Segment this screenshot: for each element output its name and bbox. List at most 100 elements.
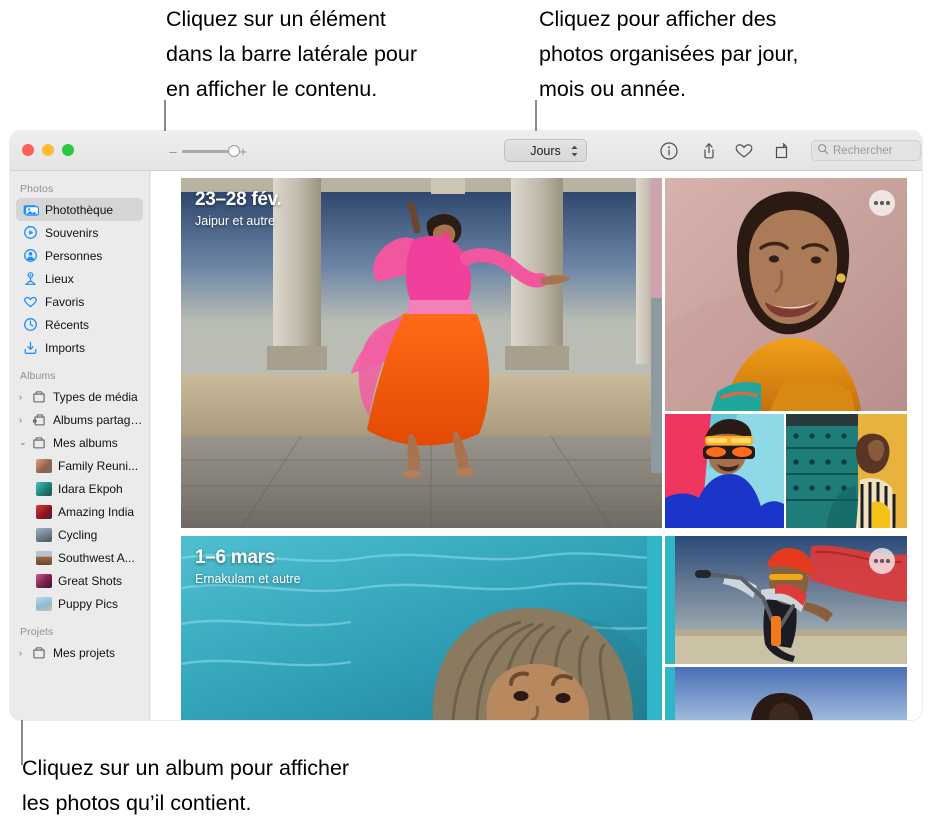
window-titlebar: – + Jours Rechercher bbox=[10, 131, 922, 171]
favorite-heart-icon[interactable] bbox=[732, 139, 756, 163]
sidebar-item-label: Puppy Pics bbox=[58, 596, 119, 611]
chevron-right-icon[interactable]: › bbox=[19, 648, 30, 658]
sidebar-item-label: Mes albums bbox=[53, 435, 118, 450]
sidebar-item-label: Family Reuni... bbox=[58, 458, 139, 473]
clock-icon bbox=[22, 317, 39, 332]
sidebar[interactable]: Photos Photothèque Souvenirs Personnes L… bbox=[10, 171, 150, 720]
photo-dancer[interactable]: 23–28 fév. Jaipur et autre bbox=[181, 178, 662, 528]
sidebar-item-label: Cycling bbox=[58, 527, 98, 542]
slider-knob[interactable] bbox=[228, 145, 240, 157]
sidebar-item-puppy-pics[interactable]: Puppy Pics bbox=[16, 592, 143, 615]
sidebar-item-label: Southwest A... bbox=[58, 550, 135, 565]
sidebar-item-idara-ekpoh[interactable]: Idara Ekpoh bbox=[16, 477, 143, 500]
album-thumbnail bbox=[36, 527, 52, 542]
photo-woman-teal-door[interactable] bbox=[786, 414, 907, 528]
minimize-button[interactable] bbox=[42, 144, 54, 156]
day-group-label-2: 1–6 mars Ernakulam et autre bbox=[195, 547, 301, 586]
album-thumbnail bbox=[36, 481, 52, 496]
sidebar-item-albums-partages[interactable]: › Albums partagés bbox=[16, 408, 143, 431]
sidebar-item-mes-albums[interactable]: ⌄ Mes albums bbox=[16, 431, 143, 454]
zoom-out-icon[interactable]: – bbox=[167, 145, 179, 158]
sidebar-item-label: Great Shots bbox=[58, 573, 123, 588]
thumbnail-size-slider[interactable]: – + bbox=[167, 143, 249, 159]
sidebar-item-label: Mes projets bbox=[53, 645, 116, 660]
sidebar-item-lieux[interactable]: Lieux bbox=[16, 267, 143, 290]
photo-swimmer[interactable]: 1–6 mars Ernakulam et autre bbox=[181, 536, 662, 720]
sidebar-item-mes-projets[interactable]: › Mes projets bbox=[16, 641, 143, 664]
callout-sidebar-text: Cliquez sur un élément dans la barre lat… bbox=[166, 7, 417, 101]
memories-icon bbox=[22, 225, 39, 240]
photo-cyclist[interactable] bbox=[665, 536, 907, 664]
more-options-button[interactable] bbox=[869, 190, 895, 216]
day-group-subtitle: Ernakulam et autre bbox=[195, 572, 301, 586]
album-thumbnail bbox=[36, 573, 52, 588]
sidebar-item-label: Idara Ekpoh bbox=[58, 481, 123, 496]
sidebar-item-types-de-media[interactable]: › Types de média bbox=[16, 385, 143, 408]
folder-icon bbox=[30, 645, 47, 660]
sidebar-item-phototheque[interactable]: Photothèque bbox=[16, 198, 143, 221]
sidebar-item-label: Imports bbox=[45, 340, 86, 355]
sidebar-item-recents[interactable]: Récents bbox=[16, 313, 143, 336]
share-icon[interactable] bbox=[697, 139, 721, 163]
people-icon bbox=[22, 248, 39, 263]
sidebar-item-souvenirs[interactable]: Souvenirs bbox=[16, 221, 143, 244]
dot bbox=[874, 559, 878, 563]
sidebar-item-cycling[interactable]: Cycling bbox=[16, 523, 143, 546]
sidebar-item-label: Photothèque bbox=[45, 202, 114, 217]
chevron-updown-icon bbox=[570, 144, 579, 158]
sidebar-item-label: Favoris bbox=[45, 294, 85, 309]
search-input[interactable]: Rechercher bbox=[811, 140, 921, 161]
photo-grid[interactable]: 23–28 fév. Jaipur et autre 1–6 mars Erna… bbox=[151, 171, 922, 720]
sidebar-section-header-projets: Projets bbox=[20, 626, 54, 638]
shared-folder-icon bbox=[30, 412, 47, 427]
photo-library-icon bbox=[22, 202, 39, 217]
album-thumbnail bbox=[36, 596, 52, 611]
photo-woman-portrait[interactable] bbox=[665, 178, 907, 411]
day-group-subtitle: Jaipur et autre bbox=[195, 214, 275, 228]
sidebar-item-label: Albums partagés bbox=[53, 412, 143, 427]
zoom-button[interactable] bbox=[62, 144, 74, 156]
sidebar-item-amazing-india[interactable]: Amazing India bbox=[16, 500, 143, 523]
import-icon bbox=[22, 340, 39, 355]
sidebar-item-imports[interactable]: Imports bbox=[16, 336, 143, 359]
day-group-label-1: 23–28 fév. Jaipur et autre bbox=[195, 189, 282, 228]
photo-man-sunglasses[interactable] bbox=[665, 414, 784, 528]
sidebar-item-label: Personnes bbox=[45, 248, 103, 263]
sidebar-item-personnes[interactable]: Personnes bbox=[16, 244, 143, 267]
chevron-updown-glyph bbox=[571, 145, 578, 156]
close-button[interactable] bbox=[22, 144, 34, 156]
callout-view-mode-text: Cliquez pour afficher des photos organis… bbox=[539, 7, 799, 101]
more-options-button[interactable] bbox=[869, 548, 895, 574]
sidebar-item-label: Récents bbox=[45, 317, 90, 332]
chevron-right-icon[interactable]: › bbox=[19, 392, 30, 402]
day-group-title: 23–28 fév. bbox=[195, 189, 282, 210]
slider-track[interactable] bbox=[182, 145, 240, 157]
chevron-right-icon[interactable]: › bbox=[19, 415, 30, 425]
rotate-icon[interactable] bbox=[770, 139, 794, 163]
photo-partial-bottom[interactable] bbox=[665, 667, 907, 720]
album-thumbnail bbox=[36, 458, 52, 473]
photos-app-window: – + Jours Rechercher Photos Photothèque … bbox=[10, 131, 922, 720]
dot bbox=[880, 559, 884, 563]
sidebar-item-family-reunion[interactable]: Family Reuni... bbox=[16, 454, 143, 477]
dot bbox=[880, 201, 884, 205]
sidebar-item-southwest-a[interactable]: Southwest A... bbox=[16, 546, 143, 569]
dot bbox=[886, 559, 890, 563]
dot bbox=[874, 201, 878, 205]
sidebar-item-great-shots[interactable]: Great Shots bbox=[16, 569, 143, 592]
view-mode-popup-button[interactable]: Jours bbox=[504, 139, 587, 162]
folder-icon bbox=[30, 389, 47, 404]
sidebar-item-label: Souvenirs bbox=[45, 225, 99, 240]
day-group-title: 1–6 mars bbox=[195, 547, 276, 568]
places-icon bbox=[22, 271, 39, 286]
sidebar-section-header-albums: Albums bbox=[20, 370, 56, 382]
album-thumbnail bbox=[36, 550, 52, 565]
window-traffic-lights bbox=[22, 144, 74, 156]
info-icon[interactable] bbox=[657, 139, 681, 163]
search-icon bbox=[817, 142, 829, 160]
dot bbox=[886, 201, 890, 205]
sidebar-item-favoris[interactable]: Favoris bbox=[16, 290, 143, 313]
chevron-down-icon[interactable]: ⌄ bbox=[19, 437, 30, 448]
folder-icon bbox=[30, 435, 47, 450]
view-mode-label: Jours bbox=[530, 143, 561, 158]
